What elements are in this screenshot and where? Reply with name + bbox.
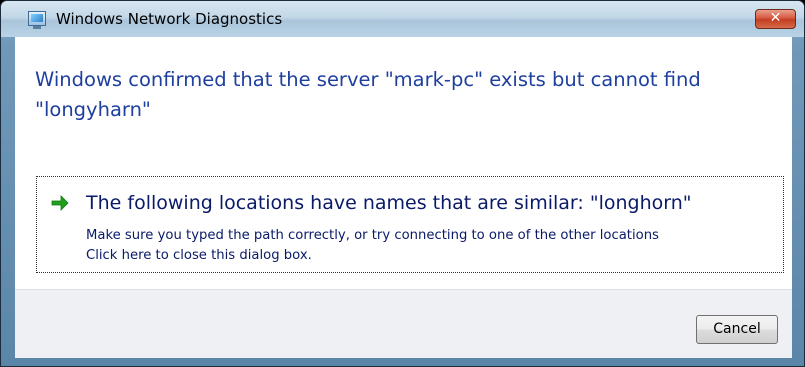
similar-locations-option[interactable]: The following locations have names that … [36, 176, 784, 273]
network-diagnostics-icon [28, 11, 46, 29]
title-bar[interactable]: Windows Network Diagnostics ✕ [1, 1, 804, 37]
cancel-button[interactable]: Cancel [696, 315, 778, 344]
option-line-2: Click here to close this dialog box. [86, 248, 312, 263]
option-description: Make sure you typed the path correctly, … [86, 226, 659, 266]
option-title: The following locations have names that … [86, 192, 692, 214]
close-button[interactable]: ✕ [755, 9, 796, 29]
green-arrow-icon [51, 195, 69, 211]
dialog-footer: Cancel [15, 289, 792, 358]
option-line-1: Make sure you typed the path correctly, … [86, 228, 659, 243]
dialog-content: Windows confirmed that the server "mark-… [15, 37, 792, 289]
dialog-window: Windows Network Diagnostics ✕ Windows co… [0, 0, 805, 367]
headline-message: Windows confirmed that the server "mark-… [35, 68, 701, 121]
window-title: Windows Network Diagnostics [56, 10, 283, 28]
